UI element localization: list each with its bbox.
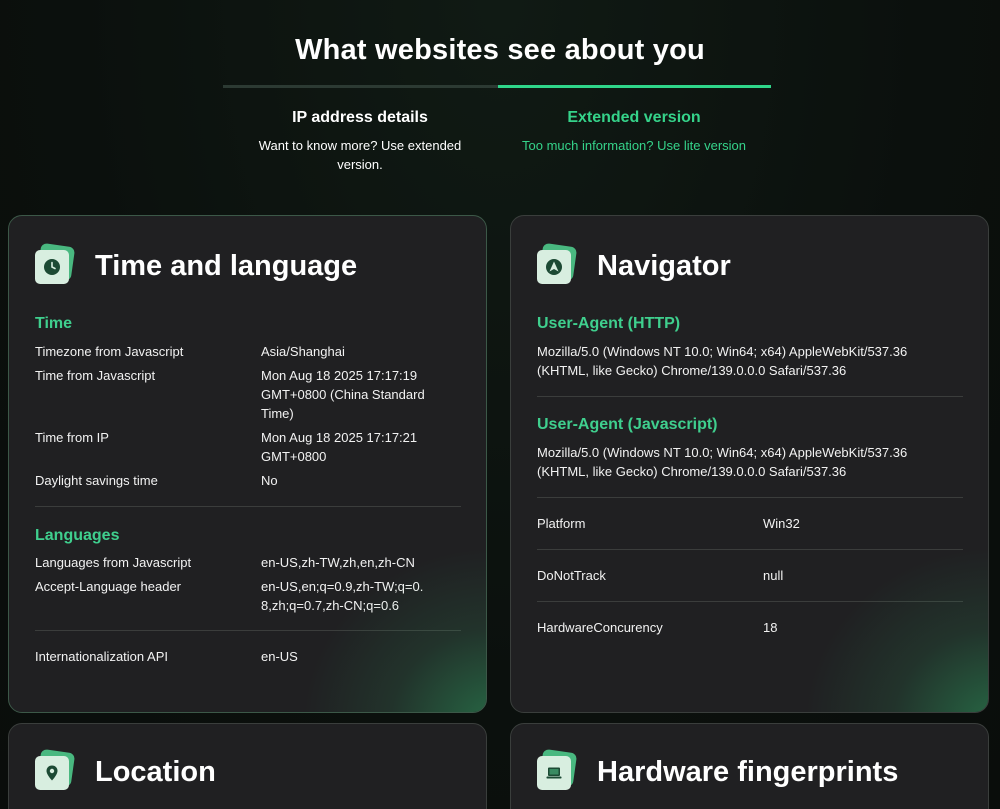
row-value: null (763, 568, 784, 583)
row-key: Time from Javascript (35, 368, 156, 383)
divider (537, 396, 963, 397)
clock-icon (35, 242, 76, 285)
ua-http-label: User-Agent (HTTP) (537, 315, 681, 332)
hardware-title: Hardware fingerprints (597, 755, 899, 788)
hardware-header: Hardware fingerprints (537, 748, 899, 792)
row-value: en-US (261, 649, 298, 664)
row-value: Mon Aug 18 2025 17:17:21 GMT+0800 (261, 430, 418, 464)
tab-ip-details-subtitle[interactable]: Want to know more? Use extended version. (245, 136, 475, 174)
row-value: Mon Aug 18 2025 17:17:19 GMT+0800 (China… (261, 368, 425, 421)
time-language-title: Time and language (95, 249, 358, 282)
ua-http-value: Mozilla/5.0 (Windows NT 10.0; Win64; x64… (537, 344, 908, 378)
divider (537, 549, 963, 550)
ua-js-label: User-Agent (Javascript) (537, 416, 718, 433)
time-language-card: Time and language Time Timezone from Jav… (8, 215, 487, 713)
row-value: en-US,zh-TW,zh,en,zh-CN (261, 555, 415, 570)
row-value: Win32 (763, 516, 800, 531)
tab-ip-details-title[interactable]: IP address details (245, 109, 475, 127)
tab-extended-subtitle[interactable]: Too much information? Use lite version (500, 136, 768, 155)
row-key: DoNotTrack (537, 568, 606, 583)
row-value: en-US,en;q=0.9,zh-TW;q=0.8,zh;q=0.7,zh-C… (261, 579, 424, 613)
row-key: Time from IP (35, 430, 109, 445)
row-value: 18 (763, 620, 778, 635)
tab-active-indicator (498, 85, 771, 88)
divider (35, 630, 461, 631)
ua-js-value: Mozilla/5.0 (Windows NT 10.0; Win64; x64… (537, 445, 908, 479)
row-key: Internationalization API (35, 649, 168, 664)
time-section-title: Time (35, 315, 73, 332)
row-key: Timezone from Javascript (35, 344, 184, 359)
page-title: What websites see about you (295, 34, 705, 66)
laptop-icon (537, 748, 578, 791)
hardware-card: Hardware fingerprints (510, 723, 989, 809)
navigator-title: Navigator (597, 249, 731, 282)
row-key: HardwareConcurency (537, 620, 663, 635)
location-header: Location (35, 748, 216, 792)
navigator-card: Navigator User-Agent (HTTP) Mozilla/5.0 … (510, 215, 989, 713)
row-value: No (261, 473, 278, 488)
map-pin-icon (35, 748, 76, 791)
navigation-arrow-icon (537, 242, 578, 285)
navigator-header: Navigator (537, 242, 731, 286)
row-key: Platform (537, 516, 586, 531)
divider (35, 506, 461, 507)
row-key: Accept-Language header (35, 579, 182, 594)
divider (537, 497, 963, 498)
row-value: Asia/Shanghai (261, 344, 345, 359)
location-card: Location (8, 723, 487, 809)
tab-extended-version[interactable]: Extended version Too much information? U… (500, 109, 768, 155)
tab-ip-details[interactable]: IP address details Want to know more? Us… (245, 109, 475, 174)
languages-section-title: Languages (35, 527, 120, 544)
location-title: Location (95, 755, 216, 788)
row-key: Languages from Javascript (35, 555, 192, 570)
tab-extended-title[interactable]: Extended version (500, 109, 768, 127)
divider (537, 601, 963, 602)
time-language-header: Time and language (35, 242, 358, 286)
row-key: Daylight savings time (35, 473, 158, 488)
